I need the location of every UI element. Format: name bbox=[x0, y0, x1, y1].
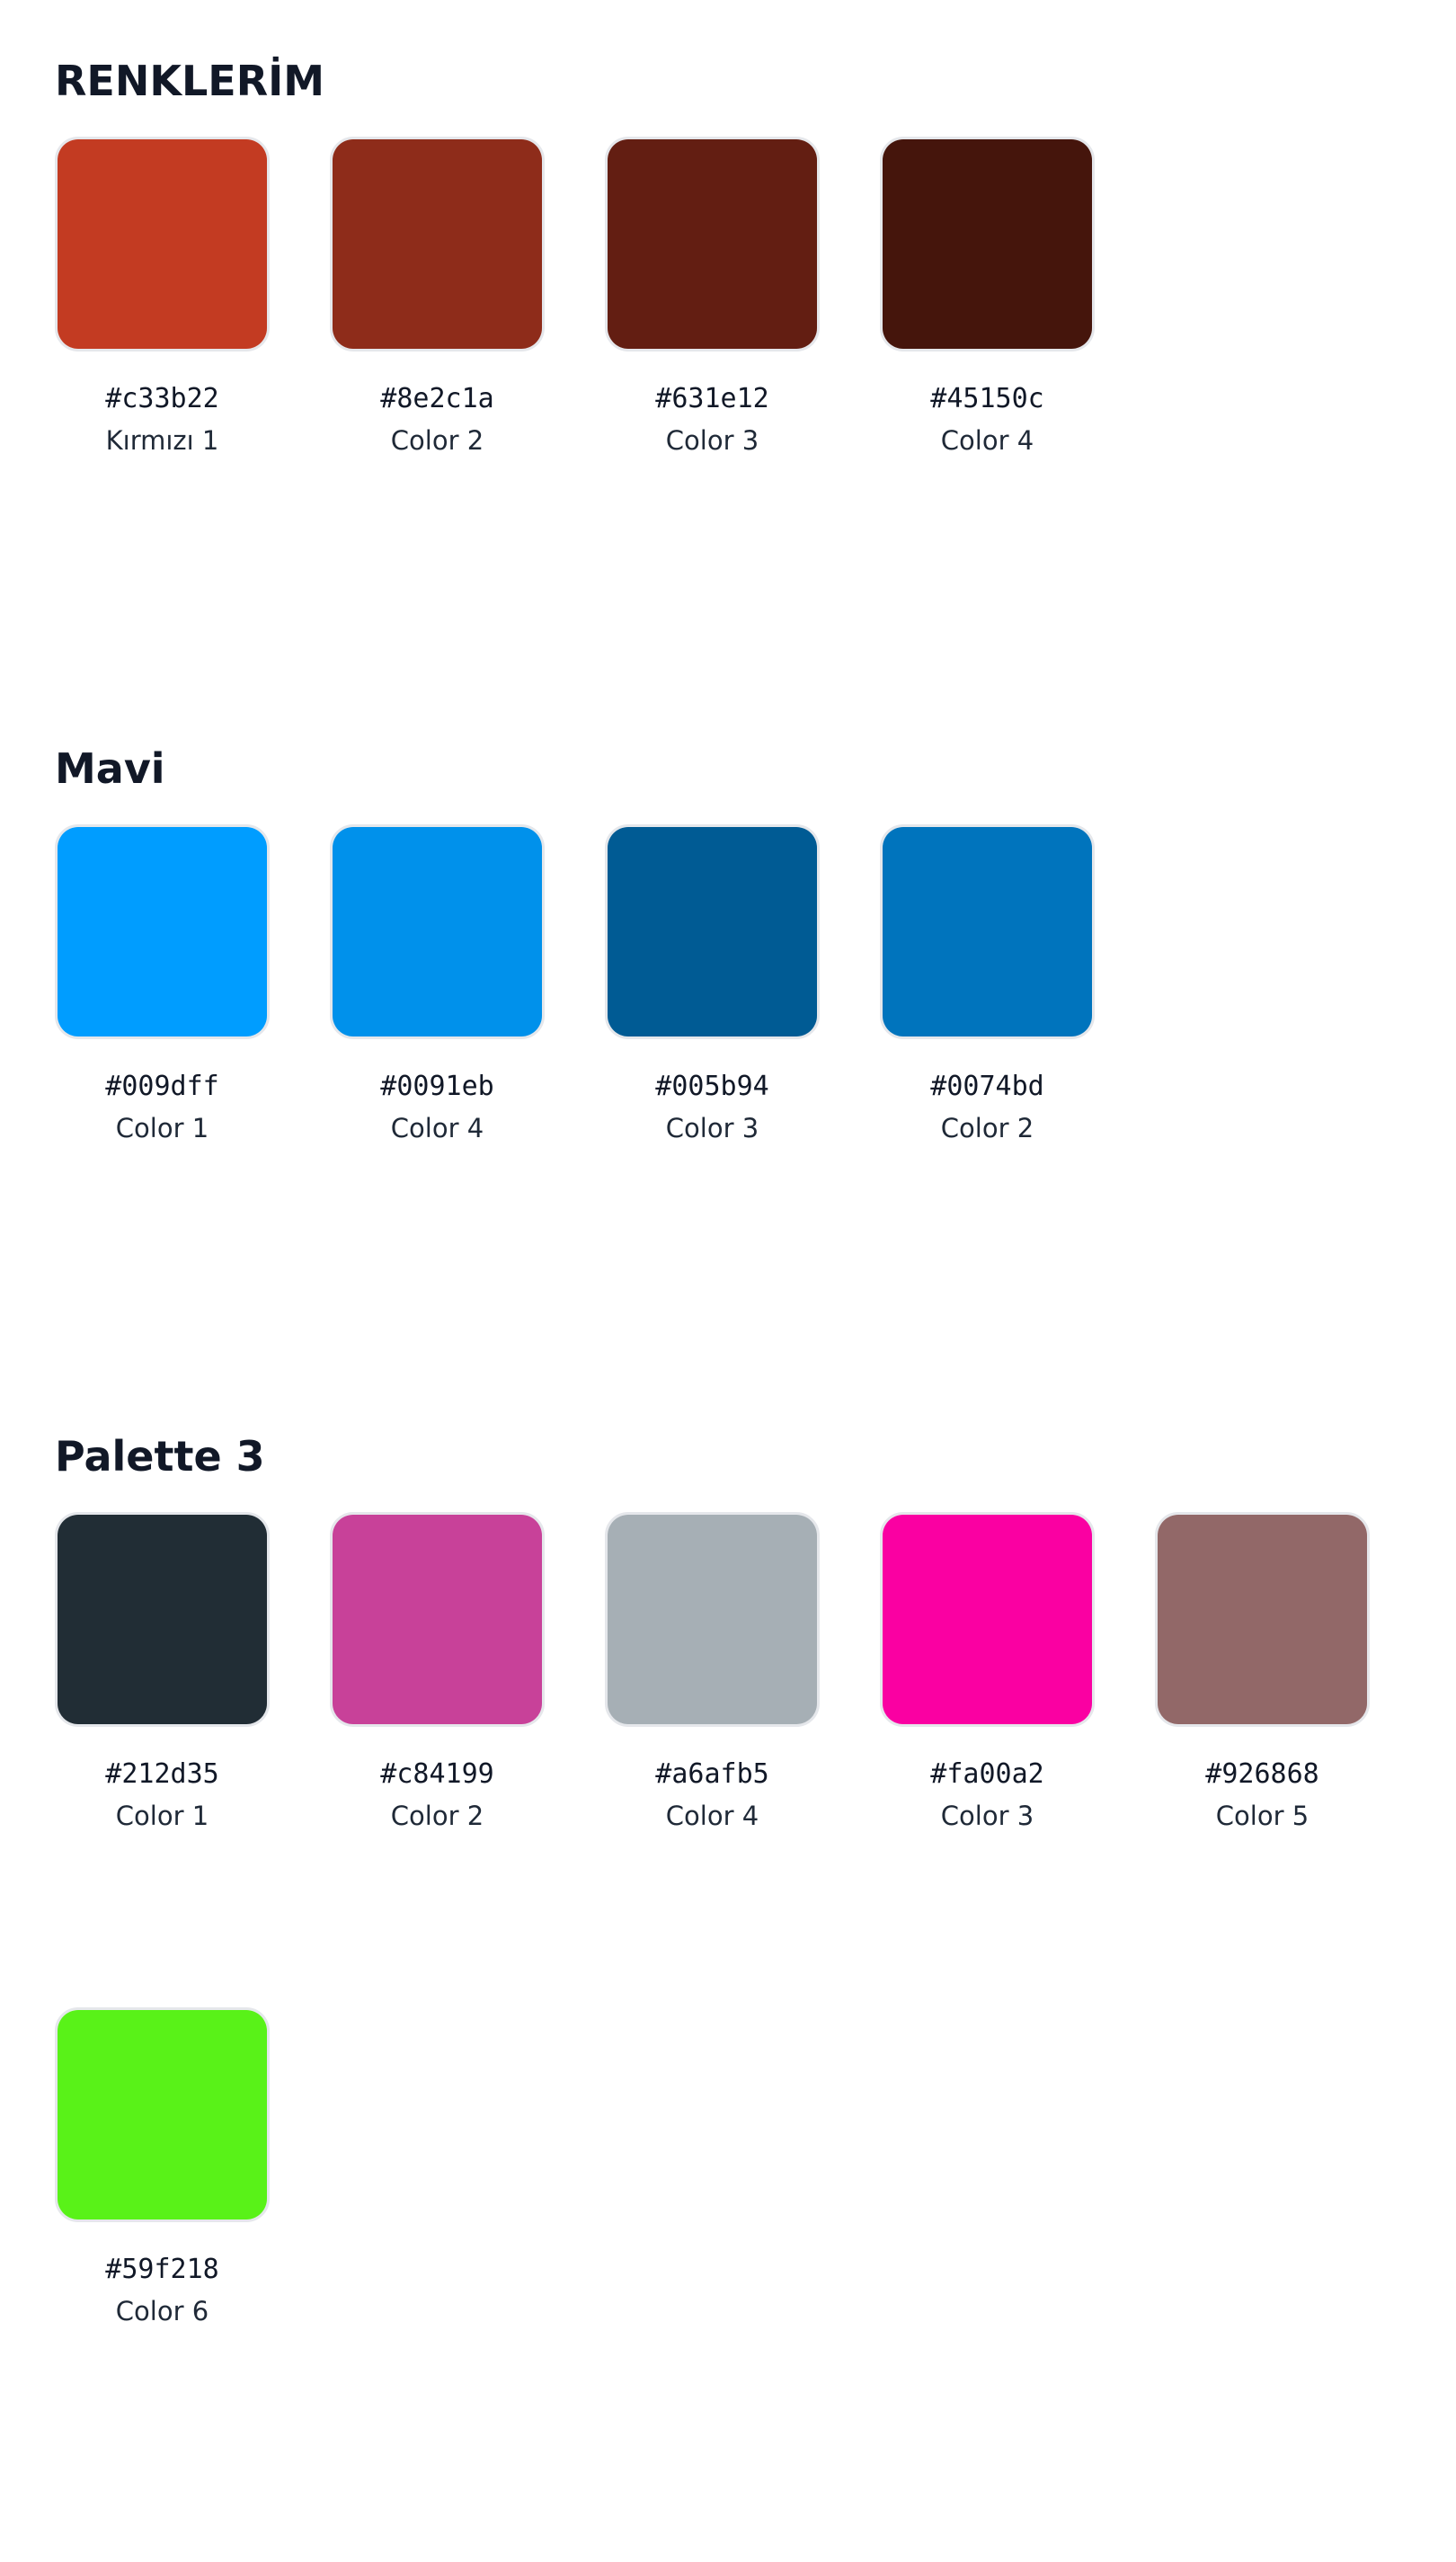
color-hex: #0091eb bbox=[380, 1071, 494, 1102]
color-swatch[interactable]: #59f218 Color 6 bbox=[55, 2007, 275, 2326]
color-name: Color 1 bbox=[115, 1801, 209, 1831]
color-chip-fill bbox=[883, 1515, 1092, 1724]
color-swatch[interactable]: #0074bd Color 2 bbox=[880, 824, 1100, 1143]
color-swatch[interactable]: #c84199 Color 2 bbox=[330, 1512, 550, 1831]
color-chip-fill bbox=[58, 139, 267, 349]
color-name: Color 1 bbox=[115, 1113, 209, 1143]
color-name: Color 4 bbox=[390, 1113, 484, 1143]
color-swatch[interactable]: #45150c Color 4 bbox=[880, 137, 1100, 456]
color-hex: #fa00a2 bbox=[930, 1758, 1044, 1790]
color-swatch[interactable]: #009dff Color 1 bbox=[55, 824, 275, 1143]
color-hex: #0074bd bbox=[930, 1071, 1044, 1102]
color-name: Color 4 bbox=[665, 1801, 759, 1831]
color-swatch[interactable]: #212d35 Color 1 bbox=[55, 1512, 275, 1831]
color-chip-fill bbox=[883, 139, 1092, 349]
color-name: Color 3 bbox=[665, 425, 759, 456]
color-hex: #45150c bbox=[930, 383, 1044, 414]
color-hex: #c33b22 bbox=[105, 383, 219, 414]
color-hex: #212d35 bbox=[105, 1758, 219, 1790]
color-name: Color 5 bbox=[1215, 1801, 1310, 1831]
color-chip-fill bbox=[333, 1515, 542, 1724]
color-hex: #009dff bbox=[105, 1071, 219, 1102]
color-name: Color 2 bbox=[390, 425, 484, 456]
color-name: Color 6 bbox=[115, 2296, 209, 2326]
palette-section: RENKLERİM #c33b22 Kırmızı 1 #8e2c1a Colo… bbox=[55, 54, 1403, 456]
color-hex: #59f218 bbox=[105, 2254, 219, 2285]
color-hex: #c84199 bbox=[380, 1758, 494, 1790]
color-swatch[interactable]: #0091eb Color 4 bbox=[330, 824, 550, 1143]
color-chip-fill bbox=[1158, 1515, 1367, 1724]
color-hex: #a6afb5 bbox=[655, 1758, 769, 1790]
color-swatch[interactable]: #005b94 Color 3 bbox=[605, 824, 825, 1143]
color-hex: #926868 bbox=[1205, 1758, 1319, 1790]
color-chip-fill bbox=[58, 827, 267, 1036]
color-chip-fill bbox=[883, 827, 1092, 1036]
color-swatch[interactable]: #a6afb5 Color 4 bbox=[605, 1512, 825, 1831]
palette-title: RENKLERİM bbox=[55, 57, 325, 105]
palette-title: Mavi bbox=[55, 744, 165, 793]
color-chip-fill bbox=[608, 827, 817, 1036]
color-name: Color 4 bbox=[940, 425, 1034, 456]
color-name: Color 2 bbox=[390, 1801, 484, 1831]
color-swatch[interactable]: #fa00a2 Color 3 bbox=[880, 1512, 1100, 1831]
palette-title: Palette 3 bbox=[55, 1432, 265, 1481]
color-hex: #8e2c1a bbox=[380, 383, 494, 414]
color-chip-fill bbox=[333, 827, 542, 1036]
color-hex: #005b94 bbox=[655, 1071, 769, 1102]
color-chip-fill bbox=[58, 2010, 267, 2220]
color-chip-fill bbox=[608, 139, 817, 349]
palette-section: Palette 3 #212d35 Color 1 #c84199 Color … bbox=[55, 1429, 1403, 2326]
color-hex: #631e12 bbox=[655, 383, 769, 414]
color-swatch[interactable]: #631e12 Color 3 bbox=[605, 137, 825, 456]
color-name: Color 2 bbox=[940, 1113, 1034, 1143]
palette-section: Mavi #009dff Color 1 #0091eb Color 4 #00… bbox=[55, 742, 1403, 1143]
color-name: Kırmızı 1 bbox=[105, 425, 219, 456]
color-name: Color 3 bbox=[665, 1113, 759, 1143]
color-swatch[interactable]: #926868 Color 5 bbox=[1155, 1512, 1375, 1831]
color-name: Color 3 bbox=[940, 1801, 1034, 1831]
color-chip-fill bbox=[58, 1515, 267, 1724]
color-chip-fill bbox=[333, 139, 542, 349]
color-swatch[interactable]: #c33b22 Kırmızı 1 bbox=[55, 137, 275, 456]
color-chip-fill bbox=[608, 1515, 817, 1724]
color-swatch[interactable]: #8e2c1a Color 2 bbox=[330, 137, 550, 456]
